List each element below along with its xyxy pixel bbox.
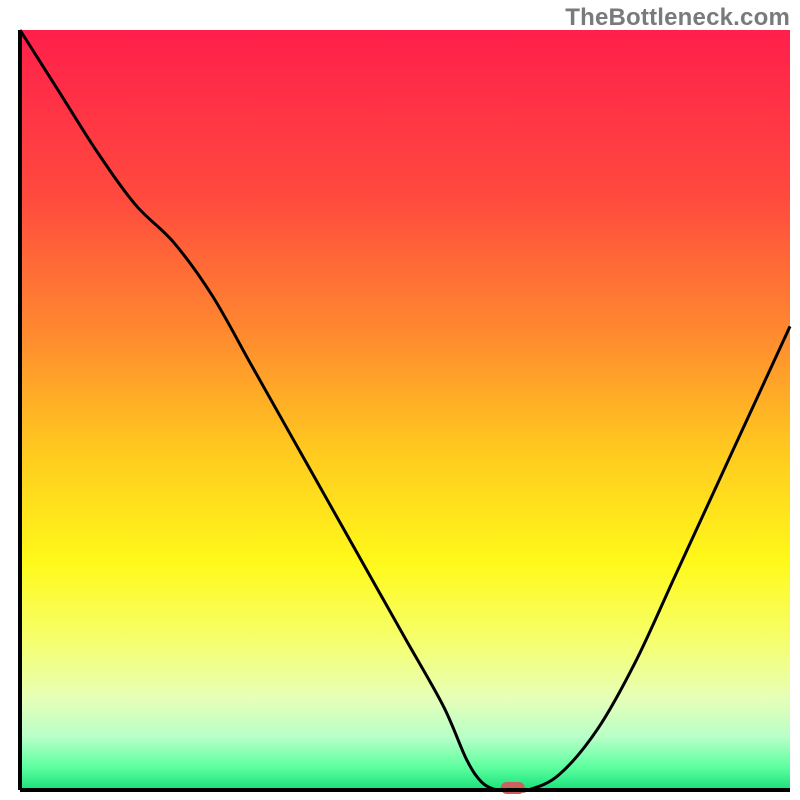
- bottleneck-curve-chart: [0, 0, 800, 800]
- chart-container: TheBottleneck.com: [0, 0, 800, 800]
- plot-background: [20, 30, 790, 790]
